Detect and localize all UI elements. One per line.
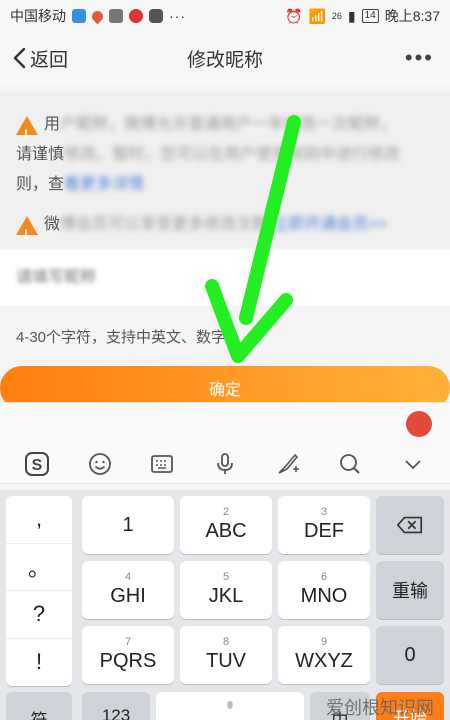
key-number: 5 [222, 571, 230, 583]
message-icon [149, 9, 163, 23]
notice-text: 则，查 [16, 176, 65, 193]
punct-key[interactable]: , [6, 496, 72, 544]
chevron-left-icon [13, 47, 26, 69]
warning-icon [16, 116, 38, 149]
key-label: DEF [304, 520, 344, 542]
backspace-icon [396, 516, 423, 534]
key-label: GHI [110, 585, 146, 607]
key-abc[interactable]: 2 ABC [180, 496, 272, 554]
key-number: 3 [320, 506, 328, 518]
notice-text-blurred: 修改。暂时，您可以在用户使用规则中进行修改 [64, 146, 401, 163]
weibo-icon [129, 9, 143, 23]
number-mode-key[interactable]: 123 [82, 692, 150, 720]
punct-key[interactable]: 。 [6, 544, 72, 591]
location-icon [89, 8, 106, 24]
chevron-down-icon[interactable] [396, 447, 430, 481]
backspace-key[interactable] [376, 496, 444, 554]
key-number: 4 [124, 571, 132, 583]
key-number: 2 [222, 506, 230, 518]
network-label: 26 [331, 11, 342, 21]
nickname-field-container [0, 250, 450, 306]
key-label: PQRS [99, 650, 157, 672]
key-0[interactable]: 0 [376, 626, 444, 684]
clock: 晚上8:37 [384, 8, 440, 24]
signal-icon: ▮ [347, 7, 356, 24]
key-label: 1 [122, 513, 134, 536]
punct-key[interactable]: ? [6, 591, 72, 639]
notice-text-blurred: 户昵称，微博允许普通用户一年修改一次昵称， [60, 116, 397, 133]
key-label: WXYZ [295, 650, 353, 672]
back-label: 返回 [30, 49, 69, 71]
keyboard-top-strip [0, 402, 450, 444]
notice-line: 请谨慎修改。暂时，您可以在用户使用规则中进行修改 [16, 140, 434, 170]
handwriting-icon[interactable] [271, 447, 305, 481]
battery-icon: 14 [361, 9, 379, 23]
key-label: ABC [205, 520, 247, 542]
keyboard-toolbar: S [0, 444, 450, 484]
notice-item: 微博会员可以享受更多修改次数 立即开通会员>> [16, 210, 434, 249]
carrier-label: 中国移动 [10, 8, 66, 24]
retype-key[interactable]: 重输 [376, 561, 444, 619]
keyboard-icon[interactable] [145, 447, 179, 481]
symbol-key[interactable]: 符 [6, 692, 72, 720]
wifi-icon: 📶 [308, 7, 326, 24]
key-number: 9 [320, 636, 328, 648]
key-number: 6 [320, 571, 328, 583]
watermark: 爱创根知识网 [326, 698, 434, 718]
key-tuv[interactable]: 8 TUV [180, 626, 272, 684]
notice-item: 用户昵称，微博允许普通用户一年修改一次昵称， [16, 110, 434, 149]
notice-text: 微 [44, 216, 61, 233]
svg-text:S: S [32, 457, 43, 474]
sogou-logo-icon[interactable]: S [20, 447, 54, 481]
notice-link[interactable]: 看更多详情 [64, 176, 144, 193]
notice-line: 则，查看更多详情 [16, 170, 434, 200]
emoji-icon[interactable] [83, 447, 117, 481]
key-1[interactable]: 1 [82, 496, 174, 554]
nickname-input[interactable] [16, 269, 434, 287]
notice-panel: 用户昵称，微博允许普通用户一年修改一次昵称， 请谨慎修改。暂时，您可以在用户使用… [0, 92, 450, 249]
key-ghi[interactable]: 4 GHI [82, 561, 174, 619]
app-icon [109, 9, 123, 23]
punct-key[interactable]: ! [6, 639, 72, 687]
punctuation-column: , 。 ? ! [6, 496, 72, 686]
shield-icon [72, 9, 86, 23]
status-bar: 中国移动 ··· ⏰ 📶 26 ▮ 14 晚上8:37 [0, 0, 450, 32]
key-label: MNO [300, 585, 348, 607]
back-button[interactable]: 返回 [12, 32, 68, 84]
space-key[interactable] [156, 692, 304, 720]
key-jkl[interactable]: 5 JKL [180, 561, 272, 619]
key-wxyz[interactable]: 9 WXYZ [278, 626, 370, 684]
key-number: 8 [222, 636, 230, 648]
microphone-icon[interactable] [208, 447, 242, 481]
more-button[interactable]: ••• [405, 32, 434, 84]
input-hint: 4-30个字符，支持中英文、数字 [16, 329, 227, 346]
notice-text-blurred: 博会员可以享受更多修改次数 [60, 216, 269, 233]
key-mno[interactable]: 6 MNO [278, 561, 370, 619]
key-def[interactable]: 3 DEF [278, 496, 370, 554]
key-pqrs[interactable]: 7 PQRS [82, 626, 174, 684]
key-label: JKL [208, 585, 244, 607]
warning-icon [16, 216, 38, 249]
nav-bar: 返回 修改昵称 ••• [0, 32, 450, 84]
alarm-icon: ⏰ [285, 7, 303, 24]
key-number: 7 [124, 636, 132, 648]
microphone-icon [227, 700, 233, 709]
vip-link[interactable]: 立即开通会员>> [272, 216, 387, 233]
notice-text: 用 [44, 116, 61, 133]
mascot-icon[interactable] [406, 411, 432, 437]
key-label: TUV [206, 650, 246, 672]
search-icon[interactable] [333, 447, 367, 481]
more-notifications-icon: ··· [169, 8, 186, 24]
